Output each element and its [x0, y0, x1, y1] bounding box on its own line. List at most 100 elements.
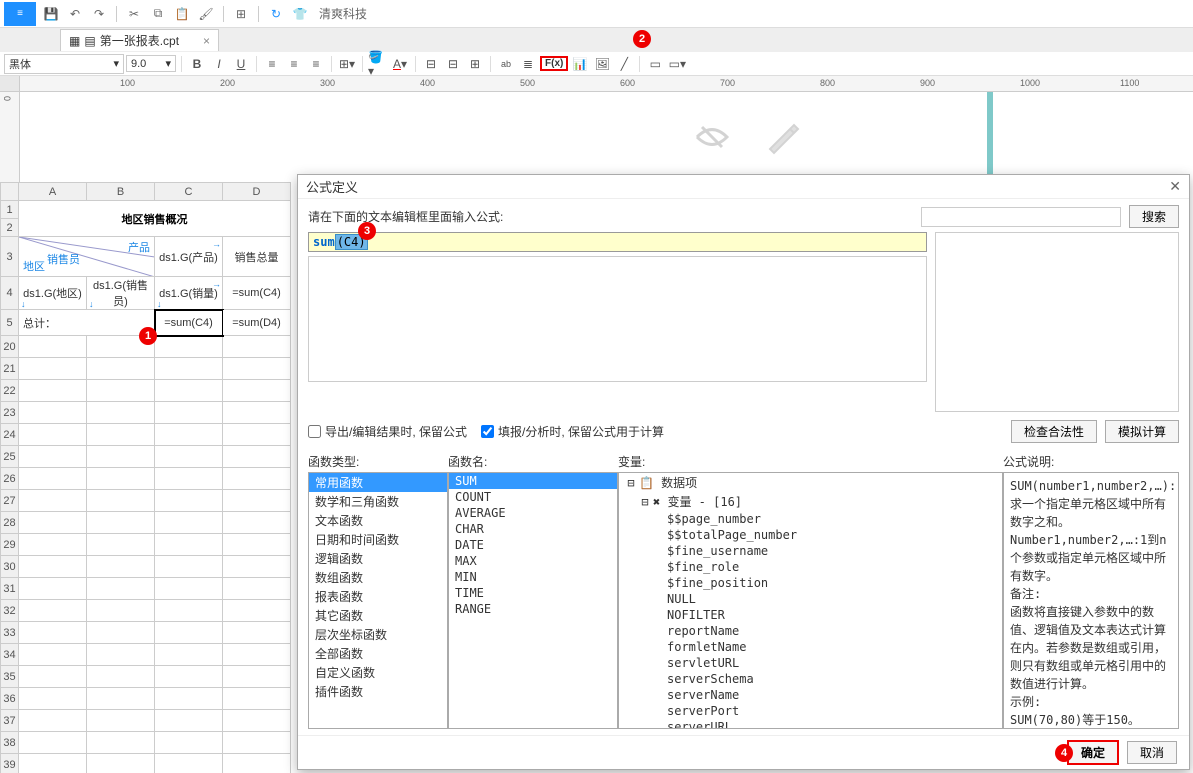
font-color-icon[interactable]: A▾ — [390, 54, 410, 74]
variable-item[interactable]: ⊟📋 数据项 — [619, 473, 1002, 492]
row-header-5[interactable]: 5 — [1, 310, 19, 336]
cancel-button[interactable]: 取消 — [1127, 741, 1177, 764]
export-checkbox[interactable]: 导出/编辑结果时, 保留公式 — [308, 423, 467, 440]
category-item[interactable]: 数学和三角函数 — [309, 492, 447, 511]
function-item[interactable]: SUM — [449, 473, 617, 489]
formula-editor[interactable]: sum(C4) — [308, 232, 927, 252]
variable-item[interactable]: serverName — [619, 687, 1002, 703]
dialog-close-icon[interactable]: ✕ — [1169, 178, 1181, 195]
bold-button[interactable]: B — [187, 54, 207, 74]
variable-item[interactable]: $fine_position — [619, 575, 1002, 591]
align-left-icon[interactable]: ≡ — [262, 54, 282, 74]
category-item[interactable]: 数组函数 — [309, 568, 447, 587]
category-item[interactable]: 报表函数 — [309, 587, 447, 606]
variable-tree[interactable]: ⊟📋 数据项⊟✖ 变量 - [16]$$page_number$$totalPa… — [618, 472, 1003, 729]
col-header-a[interactable]: A — [19, 183, 87, 201]
diagonal-header-cell[interactable]: 产品 销售员 地区 — [19, 237, 155, 277]
category-item[interactable]: 日期和时间函数 — [309, 530, 447, 549]
function-item[interactable]: DATE — [449, 537, 617, 553]
image-icon[interactable]: 🖼 — [592, 54, 612, 74]
function-item[interactable]: CHAR — [449, 521, 617, 537]
row-header-1[interactable]: 1 — [1, 201, 19, 219]
slash-icon[interactable]: ╱ — [614, 54, 634, 74]
text-icon[interactable]: ab — [496, 54, 516, 74]
cell-d3[interactable]: 销售总量 — [223, 237, 291, 277]
variable-item[interactable]: serverSchema — [619, 671, 1002, 687]
align-center-icon[interactable]: ≡ — [284, 54, 304, 74]
borders-icon[interactable]: ⊞▾ — [337, 54, 357, 74]
undo-icon[interactable]: ↶ — [66, 5, 84, 23]
function-item[interactable]: TIME — [449, 585, 617, 601]
font-select[interactable]: 黑体 ▾ — [4, 54, 124, 74]
redo-icon[interactable]: ↷ — [90, 5, 108, 23]
save-icon[interactable]: 💾 — [42, 5, 60, 23]
align-right-icon[interactable]: ≡ — [306, 54, 326, 74]
function-item[interactable]: MAX — [449, 553, 617, 569]
variable-item[interactable]: $fine_role — [619, 559, 1002, 575]
variable-item[interactable]: NOFILTER — [619, 607, 1002, 623]
function-item[interactable]: RANGE — [449, 601, 617, 617]
simulate-button[interactable]: 模拟计算 — [1105, 420, 1179, 443]
function-item[interactable]: COUNT — [449, 489, 617, 505]
copy-icon[interactable]: ⧉ — [149, 5, 167, 23]
filter-icon[interactable]: ▭▾ — [667, 54, 687, 74]
variable-item[interactable]: NULL — [619, 591, 1002, 607]
category-item[interactable]: 文本函数 — [309, 511, 447, 530]
size-select[interactable]: 9.0 ▾ — [126, 55, 176, 72]
unmerge-icon[interactable]: ⊟ — [443, 54, 463, 74]
widget-icon[interactable]: ▭ — [645, 54, 665, 74]
format-painter-icon[interactable]: 🖌 — [197, 5, 215, 23]
variable-item[interactable]: serverURL — [619, 719, 1002, 729]
variable-item[interactable]: formletName — [619, 639, 1002, 655]
cell-c5-selected[interactable]: =sum(C4) — [155, 310, 223, 336]
variable-item[interactable]: $fine_username — [619, 543, 1002, 559]
refresh-icon[interactable]: ↻ — [267, 5, 285, 23]
cell-a5[interactable]: 总计： — [19, 310, 155, 336]
cell-c3[interactable]: ds1.G(产品)→ — [155, 237, 223, 277]
shirt-icon[interactable]: 👕 — [291, 5, 309, 23]
chart-icon[interactable]: 📊 — [570, 54, 590, 74]
title-cell[interactable]: 地区销售概况 — [19, 201, 291, 237]
function-item[interactable]: AVERAGE — [449, 505, 617, 521]
col-header-c[interactable]: C — [155, 183, 223, 201]
category-item[interactable]: 逻辑函数 — [309, 549, 447, 568]
variable-item[interactable]: ⊟✖ 变量 - [16] — [619, 492, 1002, 511]
category-item[interactable]: 其它函数 — [309, 606, 447, 625]
variable-item[interactable]: servletURL — [619, 655, 1002, 671]
category-item[interactable]: 层次坐标函数 — [309, 625, 447, 644]
row-header-4[interactable]: 4 — [1, 277, 19, 310]
variable-item[interactable]: $$totalPage_number — [619, 527, 1002, 543]
fill-color-icon[interactable]: 🪣▾ — [368, 54, 388, 74]
function-list[interactable]: SUMCOUNTAVERAGECHARDATEMAXMINTIMERANGE — [448, 472, 618, 729]
cut-icon[interactable]: ✂ — [125, 5, 143, 23]
close-tab-icon[interactable]: × — [203, 34, 210, 48]
tab-report[interactable]: ▦ ▤ 第一张报表.cpt × — [60, 29, 219, 51]
ok-button[interactable]: 确定 — [1067, 740, 1119, 765]
row-header-2[interactable]: 2 — [1, 219, 19, 237]
variable-item[interactable]: serverPort — [619, 703, 1002, 719]
search-button[interactable]: 搜索 — [1129, 205, 1179, 228]
search-input[interactable] — [921, 207, 1121, 227]
fill-checkbox[interactable]: 填报/分析时, 保留公式用于计算 — [481, 423, 664, 440]
category-item[interactable]: 常用函数 — [309, 473, 447, 492]
cell-c4[interactable]: ds1.G(销量)→↓ — [155, 277, 223, 310]
wrap-icon[interactable]: ≣ — [518, 54, 538, 74]
category-item[interactable]: 插件函数 — [309, 682, 447, 701]
preview-icon[interactable]: ⊞ — [232, 5, 250, 23]
function-item[interactable]: MIN — [449, 569, 617, 585]
variable-item[interactable]: $$page_number — [619, 511, 1002, 527]
cell-d4[interactable]: =sum(C4) — [223, 277, 291, 310]
col-header-d[interactable]: D — [223, 183, 291, 201]
row-header-3[interactable]: 3 — [1, 237, 19, 277]
merge-icon[interactable]: ⊟ — [421, 54, 441, 74]
category-list[interactable]: 常用函数数学和三角函数文本函数日期和时间函数逻辑函数数组函数报表函数其它函数层次… — [308, 472, 448, 729]
category-item[interactable]: 全部函数 — [309, 644, 447, 663]
validate-button[interactable]: 检查合法性 — [1011, 420, 1097, 443]
underline-button[interactable]: U — [231, 54, 251, 74]
cell-d5[interactable]: =sum(D4) — [223, 310, 291, 336]
italic-button[interactable]: I — [209, 54, 229, 74]
category-item[interactable]: 自定义函数 — [309, 663, 447, 682]
col-header-b[interactable]: B — [87, 183, 155, 201]
variable-item[interactable]: reportName — [619, 623, 1002, 639]
paste-icon[interactable]: 📋 — [173, 5, 191, 23]
